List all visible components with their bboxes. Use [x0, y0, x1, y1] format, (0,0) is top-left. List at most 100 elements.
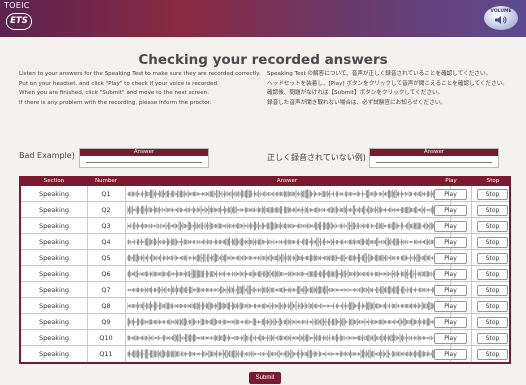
stop-button[interactable]: Stop [477, 333, 508, 344]
stop-button[interactable]: Stop [477, 189, 508, 200]
play-button[interactable]: Play [434, 301, 467, 312]
number-cell: Q9 [101, 318, 111, 326]
number-cell: Q8 [101, 302, 111, 310]
column-divider [125, 266, 126, 281]
stop-button[interactable]: Stop [477, 253, 508, 264]
flat-waveform-line [376, 162, 492, 163]
header-number: Number [94, 178, 118, 184]
recording-waveform [127, 285, 447, 295]
volume-badge[interactable]: VOLUME [484, 6, 518, 30]
section-cell: Speaking [38, 334, 70, 342]
ets-logo: ETS [6, 13, 32, 30]
instruction-line: Speaking Test の解答について、音声が正しく録音されていることを確認… [267, 71, 492, 77]
play-button[interactable]: Play [434, 317, 467, 328]
waveform-path [127, 189, 447, 199]
table-row: Speaking Q5 Play Stop [21, 250, 509, 266]
recording-waveform [127, 253, 447, 263]
column-divider [87, 314, 88, 329]
column-divider [87, 218, 88, 233]
stop-button[interactable]: Stop [477, 317, 508, 328]
play-button[interactable]: Play [434, 269, 467, 280]
header-stop: Stop [486, 178, 500, 184]
column-divider [87, 298, 88, 313]
column-divider [125, 202, 126, 217]
play-button[interactable]: Play [434, 285, 467, 296]
submit-button[interactable]: Submit [249, 372, 281, 384]
play-button[interactable]: Play [434, 221, 467, 232]
column-divider [125, 250, 126, 265]
stop-button[interactable]: Stop [477, 221, 508, 232]
header-section: Section [43, 178, 65, 184]
header-answer: Answer [276, 178, 298, 184]
instructions-japanese: Speaking Test の解答について、音声が正しく録音されていることを確認… [267, 70, 517, 109]
column-divider [125, 330, 126, 345]
stop-button[interactable]: Stop [477, 269, 508, 280]
stop-button[interactable]: Stop [477, 237, 508, 248]
waveform-path [127, 237, 447, 247]
column-divider [471, 298, 472, 313]
waveform-path [127, 253, 447, 263]
bad-example-label: Bad Example) [19, 151, 75, 160]
bad-example-answer-box-ja: Answer [369, 148, 499, 168]
instructions-english: Listen to your answers for the Speaking … [19, 70, 264, 109]
brand-name: TOEIC [4, 1, 30, 10]
table-header: Section Number Answer Play Stop [21, 176, 509, 186]
play-button[interactable]: Play [434, 333, 467, 344]
recording-waveform [127, 317, 447, 327]
play-button[interactable]: Play [434, 205, 467, 216]
table-body: Speaking Q1 Play Stop Speaking Q2 Play Stop Spea… [21, 186, 509, 362]
table-row: Speaking Q9 Play Stop [21, 314, 509, 330]
instruction-line: 確認後、問題がなければ【Submit】ボタンをクリックしてください。 [267, 90, 444, 97]
play-button[interactable]: Play [434, 253, 467, 264]
stop-button[interactable]: Stop [477, 349, 508, 360]
number-cell: Q7 [101, 286, 111, 294]
column-divider [125, 314, 126, 329]
column-divider [471, 218, 472, 233]
play-button[interactable]: Play [434, 189, 467, 200]
stop-button[interactable]: Stop [477, 205, 508, 216]
recording-waveform [127, 189, 447, 199]
section-cell: Speaking [38, 350, 70, 358]
column-divider [125, 218, 126, 233]
column-divider [471, 186, 472, 201]
section-cell: Speaking [38, 302, 70, 310]
section-cell: Speaking [38, 270, 70, 278]
number-cell: Q2 [101, 206, 111, 214]
column-divider [471, 282, 472, 297]
table-row: Speaking Q11 Play Stop [21, 346, 509, 362]
column-divider [87, 330, 88, 345]
answer-header: Answer [370, 149, 498, 156]
instruction-line: If there is any problem with the recordi… [19, 100, 212, 107]
stop-button[interactable]: Stop [477, 301, 508, 312]
waveform-path [127, 285, 447, 295]
number-cell: Q3 [101, 222, 111, 230]
page-title: Checking your recorded answers [138, 52, 388, 68]
column-divider [125, 298, 126, 313]
section-cell: Speaking [38, 206, 70, 214]
table-row: Speaking Q7 Play Stop [21, 282, 509, 298]
column-divider [87, 186, 88, 201]
column-divider [125, 186, 126, 201]
instruction-line: ヘッドセットを装着し、[Play] ボタンをクリックして音声が聞こえることを確認… [267, 80, 508, 87]
waveform-path [127, 269, 447, 279]
section-cell: Speaking [38, 190, 70, 198]
column-divider [471, 314, 472, 329]
waveform-path [127, 301, 447, 311]
waveform-path [127, 349, 447, 359]
recording-waveform [127, 269, 447, 279]
table-row: Speaking Q2 Play Stop [21, 202, 509, 218]
number-cell: Q6 [101, 270, 111, 278]
volume-badge-label: VOLUME [490, 9, 512, 14]
instruction-line: 録音した音声が聞き取れない場合は、必ず試験官にお知らせください。 [267, 100, 446, 107]
column-divider [471, 234, 472, 249]
section-cell: Speaking [38, 238, 70, 246]
play-button[interactable]: Play [434, 349, 467, 360]
column-divider [471, 250, 472, 265]
stop-button[interactable]: Stop [477, 285, 508, 296]
instruction-line: When you are finished, click "Submit" an… [19, 90, 209, 97]
play-button[interactable]: Play [434, 237, 467, 248]
waveform-path [127, 205, 447, 215]
column-divider [87, 266, 88, 281]
speaker-icon [495, 16, 507, 24]
recording-waveform [127, 301, 447, 311]
